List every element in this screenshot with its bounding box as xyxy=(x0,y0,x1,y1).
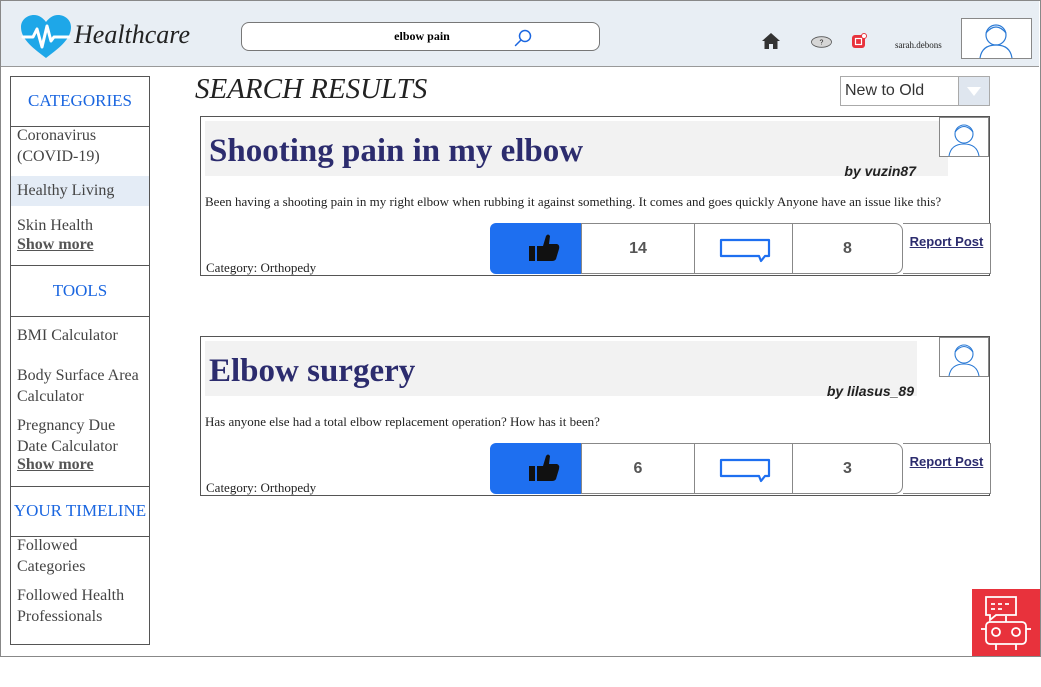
comment-icon xyxy=(719,458,771,483)
sidebar-item-coronavirus[interactable]: Coronavirus (COVID-19) xyxy=(17,125,147,167)
post-actions: 14 8 Report Post xyxy=(490,223,991,275)
comment-icon xyxy=(719,238,771,263)
like-count: 14 xyxy=(581,223,695,274)
tool-item-body-surface-area[interactable]: Body Surface Area Calculator xyxy=(17,365,147,407)
tool-item-pregnancy-due-date[interactable]: Pregnancy Due Date Calculator xyxy=(17,415,147,457)
thumbs-up-icon xyxy=(529,454,560,481)
heart-pulse-icon[interactable] xyxy=(20,14,72,60)
chatbot-icon xyxy=(981,596,1031,650)
tool-item-bmi[interactable]: BMI Calculator xyxy=(17,325,147,346)
post-card: Elbow surgery by lilasus_89 Has anyone e… xyxy=(200,336,991,496)
help-icon[interactable]: ? xyxy=(811,36,832,48)
svg-text:?: ? xyxy=(820,40,824,47)
user-avatar[interactable] xyxy=(961,18,1032,59)
like-count: 6 xyxy=(581,443,695,494)
post-title[interactable]: Shooting pain in my elbow xyxy=(209,133,583,170)
comment-button[interactable] xyxy=(695,443,793,494)
sort-value: New to Old xyxy=(845,82,925,99)
post-card: Shooting pain in my elbow by vuzin87 Bee… xyxy=(200,116,991,276)
post-author[interactable]: by lilasus_89 xyxy=(827,383,914,399)
post-body: Has anyone else had a total elbow replac… xyxy=(205,414,600,429)
post-header: Elbow surgery by lilasus_89 xyxy=(205,341,917,399)
post-author[interactable]: by vuzin87 xyxy=(844,163,916,179)
author-avatar[interactable] xyxy=(939,337,989,377)
username-label[interactable]: sarah.debons xyxy=(895,40,942,50)
timeline-item-followed-professionals[interactable]: Followed Health Professionals xyxy=(17,585,147,627)
search-icon[interactable] xyxy=(513,28,533,48)
chatbot-button[interactable] xyxy=(972,589,1040,656)
timeline-heading[interactable]: YOUR TIMELINE xyxy=(11,501,149,521)
post-body: Been having a shooting pain in my right … xyxy=(205,194,942,209)
user-avatar-icon xyxy=(948,124,980,157)
app-header: Healthcare ? sarah.debons xyxy=(1,1,1039,67)
sidebar-item-healthy-living[interactable]: Healthy Living xyxy=(17,180,147,201)
divider xyxy=(11,486,149,487)
report-post-button[interactable]: Report Post xyxy=(903,443,991,494)
post-actions: 6 3 Report Post xyxy=(490,443,991,495)
like-button[interactable] xyxy=(490,443,581,494)
divider xyxy=(11,265,149,266)
search-input[interactable] xyxy=(262,26,582,46)
like-button[interactable] xyxy=(490,223,581,274)
page-title: SEARCH RESULTS xyxy=(195,73,428,105)
home-icon[interactable] xyxy=(761,32,781,50)
report-post-button[interactable]: Report Post xyxy=(903,223,991,274)
divider xyxy=(11,316,149,317)
tools-show-more-link[interactable]: Show more xyxy=(17,456,94,474)
search-bar[interactable] xyxy=(241,22,600,51)
brand-name[interactable]: Healthcare xyxy=(74,20,190,50)
post-header: Shooting pain in my elbow by vuzin87 xyxy=(205,121,948,179)
post-category[interactable]: Category: Orthopedy xyxy=(206,480,316,496)
sidebar: CATEGORIES Coronavirus (COVID-19) Health… xyxy=(10,76,150,645)
sidebar-item-skin-health[interactable]: Skin Health xyxy=(17,215,147,236)
categories-show-more-link[interactable]: Show more xyxy=(17,236,94,254)
user-avatar-icon xyxy=(979,24,1013,59)
notification-icon[interactable] xyxy=(851,33,867,49)
post-category[interactable]: Category: Orthopedy xyxy=(206,260,316,276)
thumbs-up-icon xyxy=(529,234,560,261)
post-title[interactable]: Elbow surgery xyxy=(209,353,415,390)
sort-toggle[interactable] xyxy=(958,77,989,105)
timeline-item-followed-categories[interactable]: Followed Categories xyxy=(17,535,147,577)
categories-heading[interactable]: CATEGORIES xyxy=(11,91,149,111)
comment-button[interactable] xyxy=(695,223,793,274)
user-avatar-icon xyxy=(948,344,980,377)
author-avatar[interactable] xyxy=(939,117,989,157)
sort-dropdown[interactable]: New to Old xyxy=(840,76,990,106)
chevron-down-icon xyxy=(967,87,981,96)
tools-heading[interactable]: TOOLS xyxy=(11,281,149,301)
comment-count: 3 xyxy=(793,443,903,494)
comment-count: 8 xyxy=(793,223,903,274)
